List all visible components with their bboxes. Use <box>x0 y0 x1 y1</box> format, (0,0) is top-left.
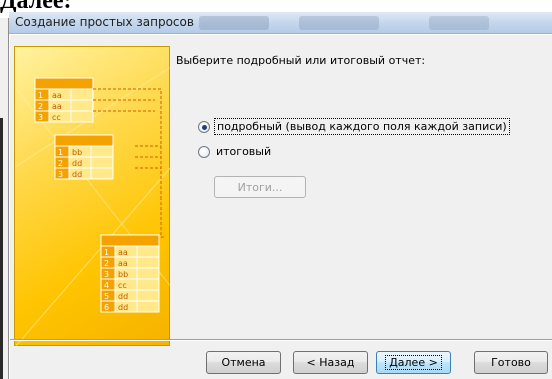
table-cell <box>136 267 160 280</box>
wizard-illustration: 1 aa 2 aa 3 cc 1 bb 2 dd 3 dd 1 aa 2 aa 3 bb 4 cc 5 dd 6 dd <box>14 46 171 347</box>
finish-button-label: Готово <box>491 356 531 369</box>
row-number: 2 <box>38 102 43 111</box>
back-button-label: < Назад <box>306 356 355 369</box>
table-cell <box>90 167 114 180</box>
cancel-button[interactable]: Отмена <box>206 351 281 374</box>
table-cell <box>136 278 160 291</box>
cell-value: aa <box>52 91 62 100</box>
finish-button[interactable]: Готово <box>474 351 548 374</box>
option-detail[interactable]: подробный (вывод каждого поля каждой зап… <box>198 118 510 135</box>
cell-value: bb <box>72 148 82 157</box>
radio-detail[interactable] <box>198 120 210 133</box>
row-number: 4 <box>104 281 109 290</box>
table-cell <box>70 110 94 123</box>
connector-line <box>160 197 165 238</box>
table-header <box>34 77 94 90</box>
table-cell <box>90 156 114 169</box>
table-header <box>100 234 160 247</box>
table-cell <box>90 145 114 158</box>
back-button[interactable]: < Назад <box>293 351 368 374</box>
table-cell <box>136 300 160 313</box>
cell-value: cc <box>52 113 61 122</box>
cell-value: bb <box>118 270 128 279</box>
cell-value: dd <box>118 292 128 301</box>
summary-options-button[interactable]: Итоги... <box>214 176 306 198</box>
window-left-border <box>0 18 9 379</box>
row-number: 6 <box>104 303 109 312</box>
table-cell <box>70 88 94 101</box>
prompt-label: Выберите подробный или итоговый отчет: <box>176 54 426 67</box>
cell-value: aa <box>118 259 128 268</box>
table-cell <box>136 256 160 269</box>
option-detail-label[interactable]: подробный (вывод каждого поля каждой зап… <box>214 118 510 135</box>
row-number: 3 <box>104 270 109 279</box>
window-title: Создание простых запросов <box>15 15 194 29</box>
cancel-button-label: Отмена <box>221 356 266 369</box>
window-edge <box>0 118 3 379</box>
option-summary-label[interactable]: итоговый <box>214 144 273 159</box>
option-summary[interactable]: итоговый <box>198 144 273 159</box>
cell-value: dd <box>118 303 128 312</box>
dialog-body: 1 aa 2 aa 3 cc 1 bb 2 dd 3 dd 1 aa 2 aa 3 bb 4 cc 5 dd 6 dd В… <box>10 35 552 379</box>
row-number: 2 <box>104 259 109 268</box>
table-header <box>54 134 114 147</box>
titlebar-blur <box>429 16 489 30</box>
separator <box>10 339 552 341</box>
next-button[interactable]: Далее > <box>376 351 451 374</box>
cell-value: aa <box>52 102 62 111</box>
titlebar-blur <box>199 16 269 30</box>
radio-summary[interactable] <box>198 145 210 158</box>
cell-value: aa <box>118 248 128 257</box>
cell-value: dd <box>72 170 82 179</box>
row-number: 3 <box>38 113 43 122</box>
illustration-graphic: 1 aa 2 aa 3 cc 1 bb 2 dd 3 dd 1 aa 2 aa 3 bb 4 cc 5 dd 6 dd <box>15 66 171 347</box>
table-cell <box>70 99 94 112</box>
table-cell <box>136 245 160 258</box>
cell-value: dd <box>72 159 82 168</box>
row-number: 2 <box>58 159 63 168</box>
table-cell <box>136 289 160 302</box>
title-bar[interactable]: Создание простых запросов <box>9 12 552 34</box>
row-number: 1 <box>58 148 63 157</box>
cell-value: cc <box>118 281 127 290</box>
source-table-1: 1 aa 2 aa 3 cc <box>34 77 94 123</box>
next-button-label: Далее > <box>385 355 442 370</box>
result-table: 1 aa 2 aa 3 bb 4 cc 5 dd 6 dd <box>100 234 160 313</box>
row-number: 5 <box>104 292 109 301</box>
source-table-2: 1 bb 2 dd 3 dd <box>54 134 114 180</box>
row-number: 1 <box>38 91 43 100</box>
row-number: 3 <box>58 170 63 179</box>
row-number: 1 <box>104 248 109 257</box>
titlebar-blur <box>299 16 379 30</box>
